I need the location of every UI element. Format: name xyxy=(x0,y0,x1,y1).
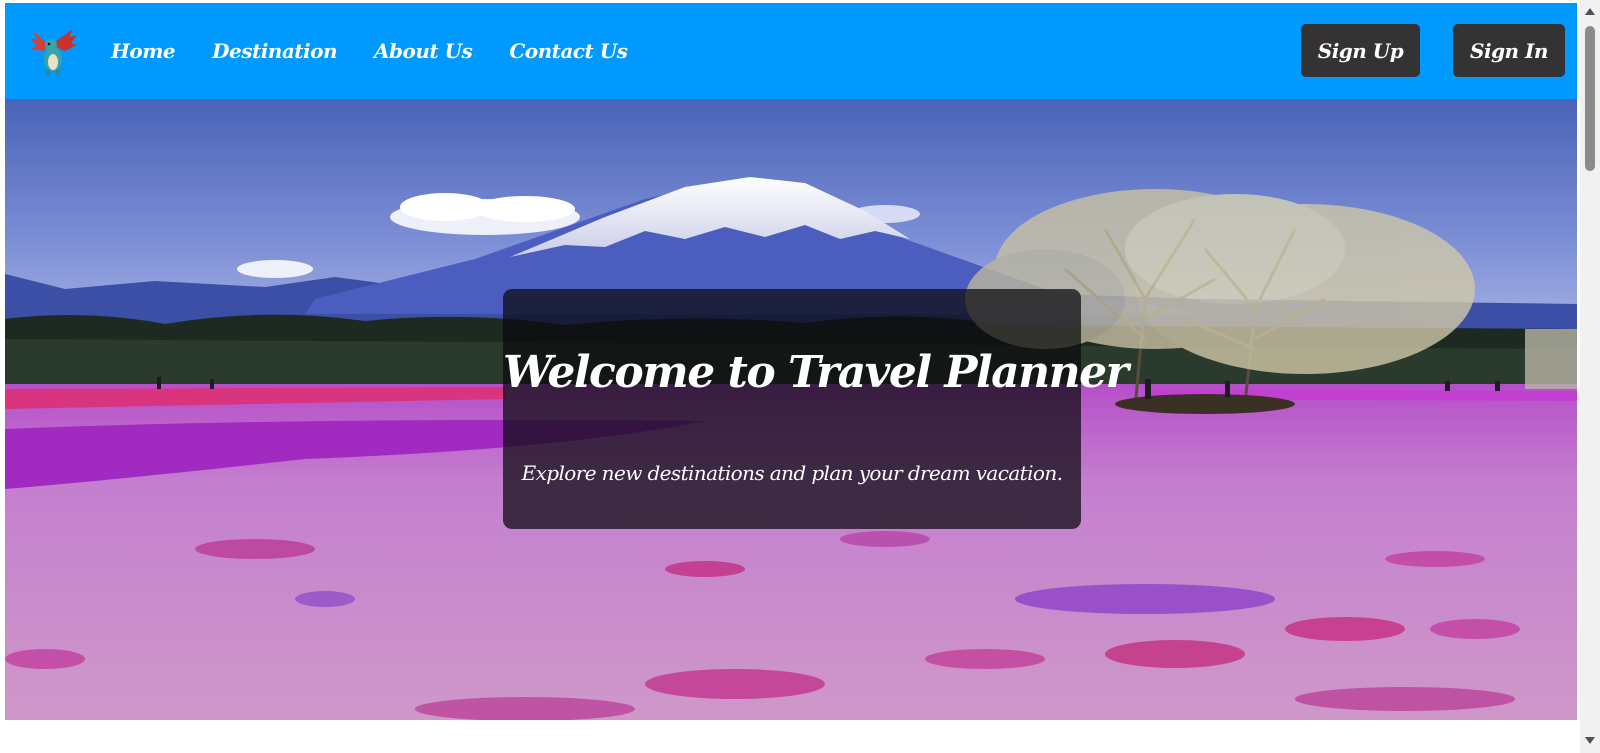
welcome-overlay: Welcome to Travel Planner Explore new de… xyxy=(503,289,1129,529)
nav-link-home[interactable]: Home xyxy=(111,39,176,63)
page: Home Destination About Us Contact Us Sig… xyxy=(0,0,1600,753)
scroll-down-arrow-icon[interactable] xyxy=(1585,737,1595,744)
scrollbar-thumb[interactable] xyxy=(1585,26,1595,171)
sign-up-button[interactable]: Sign Up xyxy=(1301,24,1420,77)
sign-in-button[interactable]: Sign In xyxy=(1453,24,1565,77)
hero-subtitle: Explore new destinations and plan your d… xyxy=(521,461,1063,485)
nav-link-contact-us[interactable]: Contact Us xyxy=(509,39,628,63)
hero-section: Welcome to Travel Planner Explore new de… xyxy=(5,99,1577,720)
scroll-up-arrow-icon[interactable] xyxy=(1585,8,1595,15)
nav-link-destination[interactable]: Destination xyxy=(212,39,337,63)
hero-title: Welcome to Travel Planner xyxy=(503,347,1129,398)
navbar: Home Destination About Us Contact Us Sig… xyxy=(5,3,1577,99)
nav-links: Home Destination About Us Contact Us xyxy=(111,3,628,99)
nav-link-about-us[interactable]: About Us xyxy=(374,39,473,63)
dragon-logo-icon[interactable] xyxy=(27,25,79,79)
vertical-scrollbar[interactable] xyxy=(1580,0,1600,753)
